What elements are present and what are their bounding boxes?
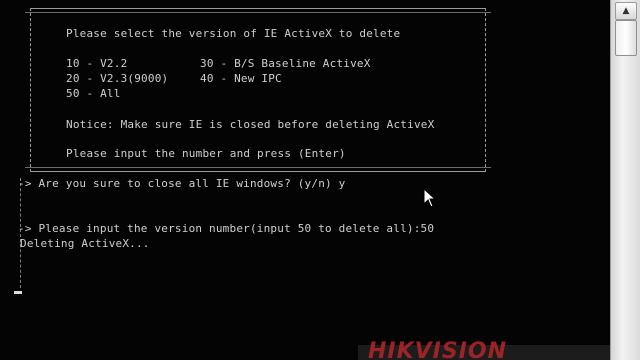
version-question: -> Please input the version number(input… (18, 222, 435, 235)
scroll-up-arrow-icon: ▲ (622, 6, 630, 16)
status-line: Deleting ActiveX... (20, 237, 150, 250)
close-ie-question: -> Are you sure to close all IE windows?… (18, 177, 346, 190)
option-10: 10 - V2.2 (66, 57, 128, 70)
scroll-up-button[interactable]: ▲ (615, 2, 637, 20)
menu-title: Please select the version of IE ActiveX … (66, 27, 401, 40)
notice-text: Notice: Make sure IE is closed before de… (66, 118, 435, 131)
input-prompt: Please input the number and press (Enter… (66, 147, 346, 160)
console-window[interactable]: Please select the version of IE ActiveX … (0, 0, 610, 360)
vertical-scrollbar[interactable]: ▲ (610, 0, 640, 360)
option-30: 30 - B/S Baseline ActiveX (200, 57, 371, 70)
option-50: 50 - All (66, 87, 121, 100)
text-cursor (14, 291, 22, 294)
mouse-pointer-icon (423, 188, 437, 208)
brand-watermark: HIKVISION (368, 340, 508, 360)
option-40: 40 - New IPC (200, 72, 282, 85)
scroll-thumb[interactable] (615, 20, 637, 56)
option-20: 20 - V2.3(9000) (66, 72, 169, 85)
